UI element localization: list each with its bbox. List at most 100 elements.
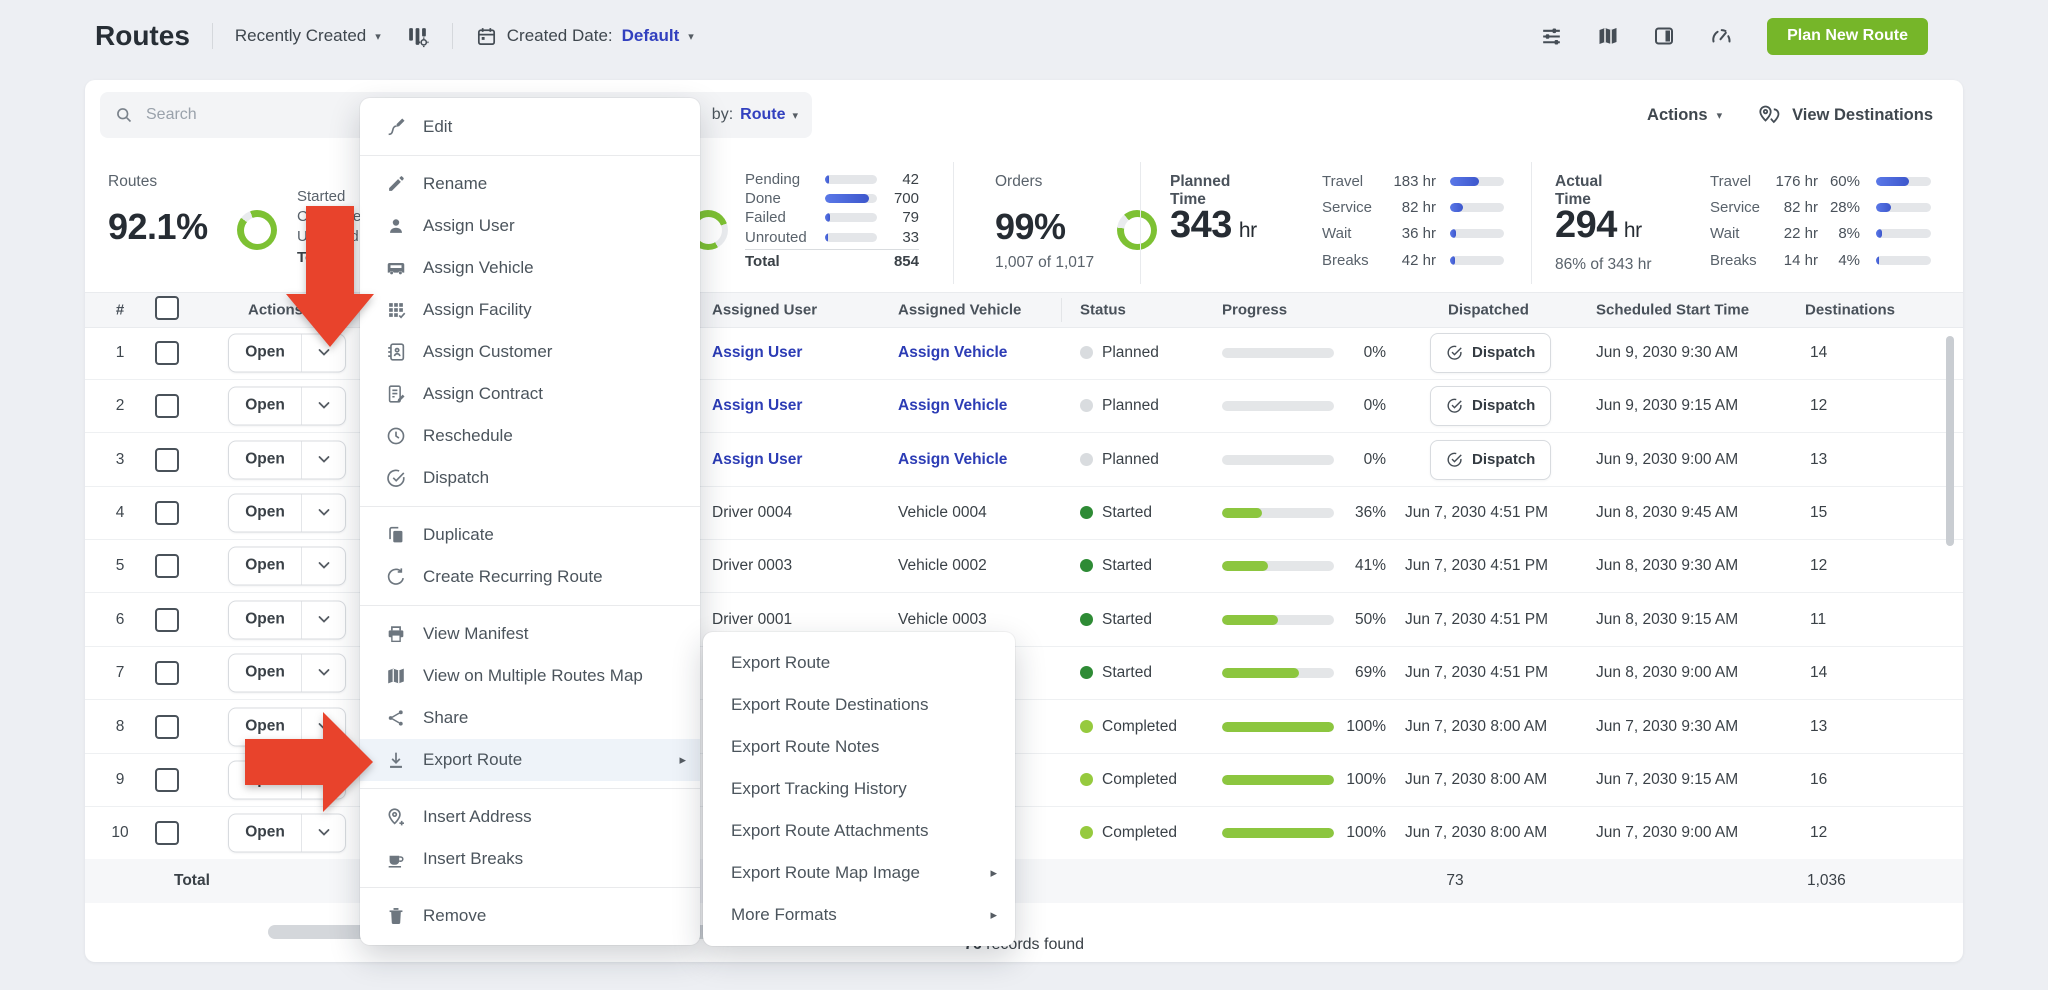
dispatch-button[interactable]: Dispatch	[1430, 440, 1551, 480]
dispatched-time: Jun 7, 2030 4:51 PM	[1405, 611, 1548, 629]
dispatch-button[interactable]: Dispatch	[1430, 386, 1551, 426]
submenu-item-export-route-notes[interactable]: Export Route Notes	[703, 726, 1015, 768]
chevron-down-icon[interactable]	[301, 708, 345, 745]
menu-item-dispatch[interactable]: Dispatch	[360, 457, 700, 499]
side-panel-icon[interactable]	[1652, 24, 1676, 48]
status-cell: Completed	[1080, 718, 1177, 736]
progress-bar	[1222, 615, 1334, 625]
submenu-item-export-route-attachments[interactable]: Export Route Attachments	[703, 810, 1015, 852]
menu-item-duplicate[interactable]: Duplicate	[360, 514, 700, 556]
map-view-icon[interactable]	[1596, 24, 1620, 48]
chevron-down-icon[interactable]	[301, 761, 345, 798]
open-button[interactable]: Open	[228, 546, 346, 585]
download-icon	[384, 749, 408, 771]
assign-user-link[interactable]: Assign User	[712, 344, 802, 362]
row-checkbox[interactable]	[155, 715, 179, 739]
open-button[interactable]: Open	[228, 653, 346, 692]
chevron-down-icon[interactable]	[301, 494, 345, 531]
status-dot	[1080, 720, 1093, 733]
menu-item-create-recurring-route[interactable]: Create Recurring Route	[360, 556, 700, 598]
by-value: Route	[740, 106, 785, 124]
created-date-filter[interactable]: Created Date: Default ▾	[475, 25, 694, 48]
chevron-down-icon[interactable]	[301, 387, 345, 424]
menu-item-assign-contract[interactable]: Assign Contract	[360, 373, 700, 415]
menu-item-insert-address[interactable]: Insert Address	[360, 796, 700, 838]
assign-vehicle-link[interactable]: Assign Vehicle	[898, 451, 1007, 469]
submenu-item-more-formats[interactable]: More Formats▸	[703, 894, 1015, 936]
plan-new-route-button[interactable]: Plan New Route	[1767, 18, 1928, 55]
status-dot	[1080, 559, 1093, 572]
menu-item-export-route[interactable]: Export Route▸	[360, 739, 700, 781]
menu-item-assign-vehicle[interactable]: Assign Vehicle	[360, 247, 700, 289]
chevron-down-icon[interactable]	[301, 814, 345, 851]
scheduled-start-time: Jun 9, 2030 9:00 AM	[1596, 451, 1738, 469]
open-button[interactable]: Open	[228, 440, 346, 479]
assign-vehicle-link[interactable]: Assign Vehicle	[898, 344, 1007, 362]
submenu-item-export-route-map-image[interactable]: Export Route Map Image▸	[703, 852, 1015, 894]
submenu-item-export-route[interactable]: Export Route	[703, 642, 1015, 684]
menu-item-insert-breaks[interactable]: Insert Breaks	[360, 838, 700, 880]
menu-item-rename[interactable]: Rename	[360, 163, 700, 205]
destinations-pins-icon	[1756, 103, 1783, 127]
assign-user-link[interactable]: Assign User	[712, 451, 802, 469]
filters-icon[interactable]	[1539, 24, 1564, 49]
route-context-menu: Edit Rename Assign User Assign Vehicle A…	[360, 98, 700, 945]
row-checkbox[interactable]	[155, 554, 179, 578]
assign-user-link[interactable]: Assign User	[712, 397, 802, 415]
columns-settings-icon[interactable]	[405, 24, 430, 49]
row-checkbox[interactable]	[155, 501, 179, 525]
actual-vs-planned: 86% of 343 hr	[1555, 256, 1652, 274]
route-edit-icon	[384, 116, 408, 138]
open-button[interactable]: Open	[228, 760, 346, 799]
open-button[interactable]: Open	[228, 600, 346, 639]
menu-item-view-on-multiple-routes-map[interactable]: View on Multiple Routes Map	[360, 655, 700, 697]
actions-dropdown[interactable]: Actions ▾	[1647, 106, 1722, 125]
row-checkbox[interactable]	[155, 394, 179, 418]
row-checkbox[interactable]	[155, 821, 179, 845]
menu-item-remove[interactable]: Remove	[360, 895, 700, 937]
menu-item-assign-facility[interactable]: Assign Facility	[360, 289, 700, 331]
menu-item-edit[interactable]: Edit	[360, 106, 700, 148]
view-destinations-button[interactable]: View Destinations	[1756, 103, 1933, 127]
menu-item-reschedule[interactable]: Reschedule	[360, 415, 700, 457]
open-button[interactable]: Open	[228, 333, 346, 372]
menu-item-assign-customer[interactable]: Assign Customer	[360, 331, 700, 373]
select-all-checkbox[interactable]	[155, 296, 179, 324]
mini-bar	[1876, 177, 1931, 186]
open-button[interactable]: Open	[228, 813, 346, 852]
dashboard-gauge-icon[interactable]	[1708, 24, 1735, 48]
row-checkbox[interactable]	[155, 341, 179, 365]
chevron-down-icon[interactable]	[301, 547, 345, 584]
sort-dropdown[interactable]: Recently Created ▾	[235, 26, 381, 46]
breakdown-label: Wait	[1710, 225, 1762, 242]
dispatch-button[interactable]: Dispatch	[1430, 333, 1551, 373]
printer-icon	[384, 623, 408, 645]
progress-cell: 0%	[1222, 451, 1386, 469]
assign-vehicle-link[interactable]: Assign Vehicle	[898, 397, 1007, 415]
menu-item-assign-user[interactable]: Assign User	[360, 205, 700, 247]
submenu-item-export-route-destinations[interactable]: Export Route Destinations	[703, 684, 1015, 726]
row-checkbox[interactable]	[155, 768, 179, 792]
progress-percent: 0%	[1334, 344, 1386, 362]
search-by-dropdown[interactable]: by: Route ▾	[712, 106, 798, 124]
breakdown-value: 42	[877, 171, 919, 188]
row-checkbox[interactable]	[155, 661, 179, 685]
chevron-down-icon[interactable]	[301, 441, 345, 478]
menu-item-share[interactable]: Share	[360, 697, 700, 739]
submenu-item-export-tracking-history[interactable]: Export Tracking History	[703, 768, 1015, 810]
progress-bar	[1222, 348, 1334, 358]
progress-bar	[1222, 401, 1334, 411]
breakdown-percent: 4%	[1818, 252, 1860, 269]
breakdown-label: Breaks	[1322, 252, 1378, 269]
row-checkbox[interactable]	[155, 448, 179, 472]
chevron-down-icon[interactable]	[301, 601, 345, 638]
row-checkbox[interactable]	[155, 608, 179, 632]
open-button[interactable]: Open	[228, 707, 346, 746]
open-button[interactable]: Open	[228, 386, 346, 425]
vertical-scrollbar[interactable]	[1946, 336, 1954, 546]
by-label: by:	[712, 106, 733, 124]
chevron-down-icon[interactable]	[301, 334, 345, 371]
menu-item-view-manifest[interactable]: View Manifest	[360, 613, 700, 655]
open-button[interactable]: Open	[228, 493, 346, 532]
chevron-down-icon[interactable]	[301, 654, 345, 691]
